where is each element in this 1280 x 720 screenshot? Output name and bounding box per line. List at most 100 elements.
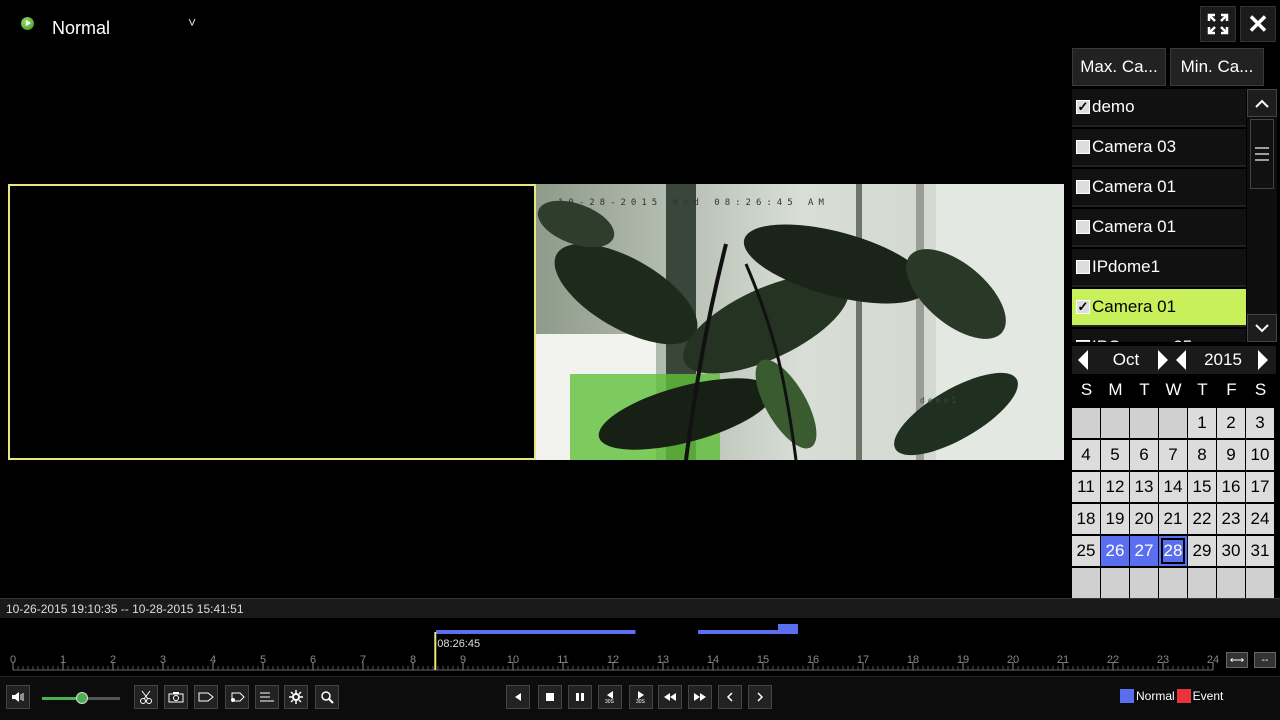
next-day-button[interactable] [748,685,772,709]
camera-list-item[interactable]: IPdome1 [1072,249,1246,287]
timeline-zoom-out-button[interactable]: -- [1254,652,1276,668]
volume-slider-knob[interactable] [76,692,88,704]
calendar-empty-cell [1159,408,1187,438]
weekday-label: F [1226,380,1237,399]
calendar-day[interactable]: 15 [1188,472,1216,502]
camera-checkbox[interactable]: ✓ [1076,300,1090,314]
calendar-day[interactable]: 24 [1246,504,1274,534]
timeline-track[interactable]: 0 1 2 3 4 5 6 7 8 9 10 11 12 13 14 15 16 17 18 19 20 21 22 23 24 [0,618,1280,676]
camera-checkbox[interactable] [1076,180,1090,194]
playback-mode-icon [21,17,34,30]
chevron-down-icon[interactable]: ˅ [188,14,196,30]
calendar-day[interactable]: 6 [1130,440,1158,470]
scroll-up-button[interactable] [1247,89,1277,117]
max-camera-button[interactable]: Max. Ca... [1072,48,1166,86]
calendar-day[interactable]: 14 [1159,472,1187,502]
calendar-day[interactable]: 16 [1217,472,1245,502]
volume-icon [12,692,24,702]
reverse-play-button[interactable] [506,685,530,709]
calendar-day[interactable]: 31 [1246,536,1274,566]
volume-button[interactable] [6,685,30,709]
tag-list-icon [260,692,274,702]
camera-list-item[interactable]: ✓ Camera 01 [1072,289,1246,327]
stop-button[interactable] [538,685,562,709]
camera-checkbox[interactable] [1076,140,1090,154]
calendar-day[interactable]: 30 [1217,536,1245,566]
prev-year-button[interactable] [1176,350,1186,370]
calendar-day[interactable]: 9 [1217,440,1245,470]
timeline[interactable]: 0 1 2 3 4 5 6 7 8 9 10 11 12 13 14 15 16 17 18 19 20 21 22 23 24… [0,618,1280,676]
scroll-down-button[interactable] [1247,314,1277,342]
legend: Normal Event [1120,689,1223,703]
hour-label: 7 [360,654,366,666]
camera-list-item[interactable]: Camera 01 [1072,209,1246,247]
camera-list-scrollbar[interactable] [1247,89,1277,342]
camera-checkbox[interactable]: ✓ [1076,100,1090,114]
calendar-day[interactable]: 5 [1101,440,1129,470]
hour-label: 12 [607,654,619,666]
skip-back-30s-button[interactable]: 30S [598,685,622,709]
playback-mode-select[interactable]: Normal [52,18,110,39]
camera-checkbox[interactable] [1076,340,1090,342]
calendar-day[interactable]: 25 [1072,536,1100,566]
camera-list-item[interactable]: Camera 01 [1072,169,1246,207]
calendar-day[interactable]: 12 [1101,472,1129,502]
prev-month-button[interactable] [1078,350,1088,370]
calendar-day[interactable]: 8 [1188,440,1216,470]
calendar-day[interactable]: 3 [1246,408,1274,438]
fast-forward-icon [694,693,706,701]
skip-forward-icon: 30S [636,691,646,704]
skip-forward-30s-button[interactable]: 30S [629,685,653,709]
fullscreen-button[interactable] [1200,6,1236,42]
speed-up-button[interactable] [688,685,712,709]
settings-button[interactable] [284,685,308,709]
camera-list-item[interactable]: Camera 03 [1072,129,1246,167]
digital-zoom-button[interactable] [315,685,339,709]
min-camera-button[interactable]: Min. Ca... [1170,48,1264,86]
close-button[interactable]: ✕ [1240,6,1276,42]
camera-checkbox[interactable] [1076,220,1090,234]
camera-checkbox[interactable] [1076,260,1090,274]
calendar-empty-cell [1072,568,1100,598]
previous-day-button[interactable] [718,685,742,709]
hour-label: 8 [410,654,416,666]
calendar-day[interactable]: 1 [1188,408,1216,438]
time-range-text: 10-26-2015 19:10:35 -- 10-28-2015 15:41:… [6,602,244,616]
next-month-button[interactable] [1158,350,1168,370]
tag-icon [198,692,214,702]
calendar-day[interactable]: 4 [1072,440,1100,470]
calendar-day[interactable]: 26 [1101,536,1129,566]
weekday-row: SMTWTFS [1072,380,1276,404]
custom-tag-button[interactable] [225,685,249,709]
snapshot-button[interactable] [164,685,188,709]
video-tile-empty[interactable] [8,184,536,460]
calendar-day[interactable]: 27 [1130,536,1158,566]
calendar-day[interactable]: 22 [1188,504,1216,534]
timeline-zoom-in-button[interactable]: ⟷ [1226,652,1248,668]
clip-button[interactable] [134,685,158,709]
calendar-day[interactable]: 20 [1130,504,1158,534]
calendar-day[interactable]: 28 [1159,536,1187,566]
video-tile-camera[interactable]: 10-28-2015 Wed 08:26:45 AM demo1 [536,184,1064,460]
scroll-thumb[interactable] [1250,119,1274,189]
calendar-day[interactable]: 23 [1217,504,1245,534]
camera-list-item[interactable]: ✓ demo [1072,89,1246,127]
next-year-button[interactable] [1258,350,1268,370]
weekday-label: M [1108,380,1123,399]
calendar-day[interactable]: 29 [1188,536,1216,566]
camera-list-item[interactable]: IPCamera 05 [1072,329,1246,342]
calendar-day[interactable]: 19 [1101,504,1129,534]
camera-name: Camera 01 [1092,217,1177,236]
calendar-day[interactable]: 13 [1130,472,1158,502]
add-tag-button[interactable] [194,685,218,709]
calendar-day[interactable]: 11 [1072,472,1100,502]
slow-down-button[interactable] [658,685,682,709]
pause-button[interactable] [568,685,592,709]
calendar-day[interactable]: 10 [1246,440,1274,470]
calendar-day[interactable]: 18 [1072,504,1100,534]
calendar-day[interactable]: 2 [1217,408,1245,438]
calendar-day[interactable]: 21 [1159,504,1187,534]
calendar-day[interactable]: 17 [1246,472,1274,502]
tag-manage-button[interactable] [255,685,279,709]
calendar-day[interactable]: 7 [1159,440,1187,470]
